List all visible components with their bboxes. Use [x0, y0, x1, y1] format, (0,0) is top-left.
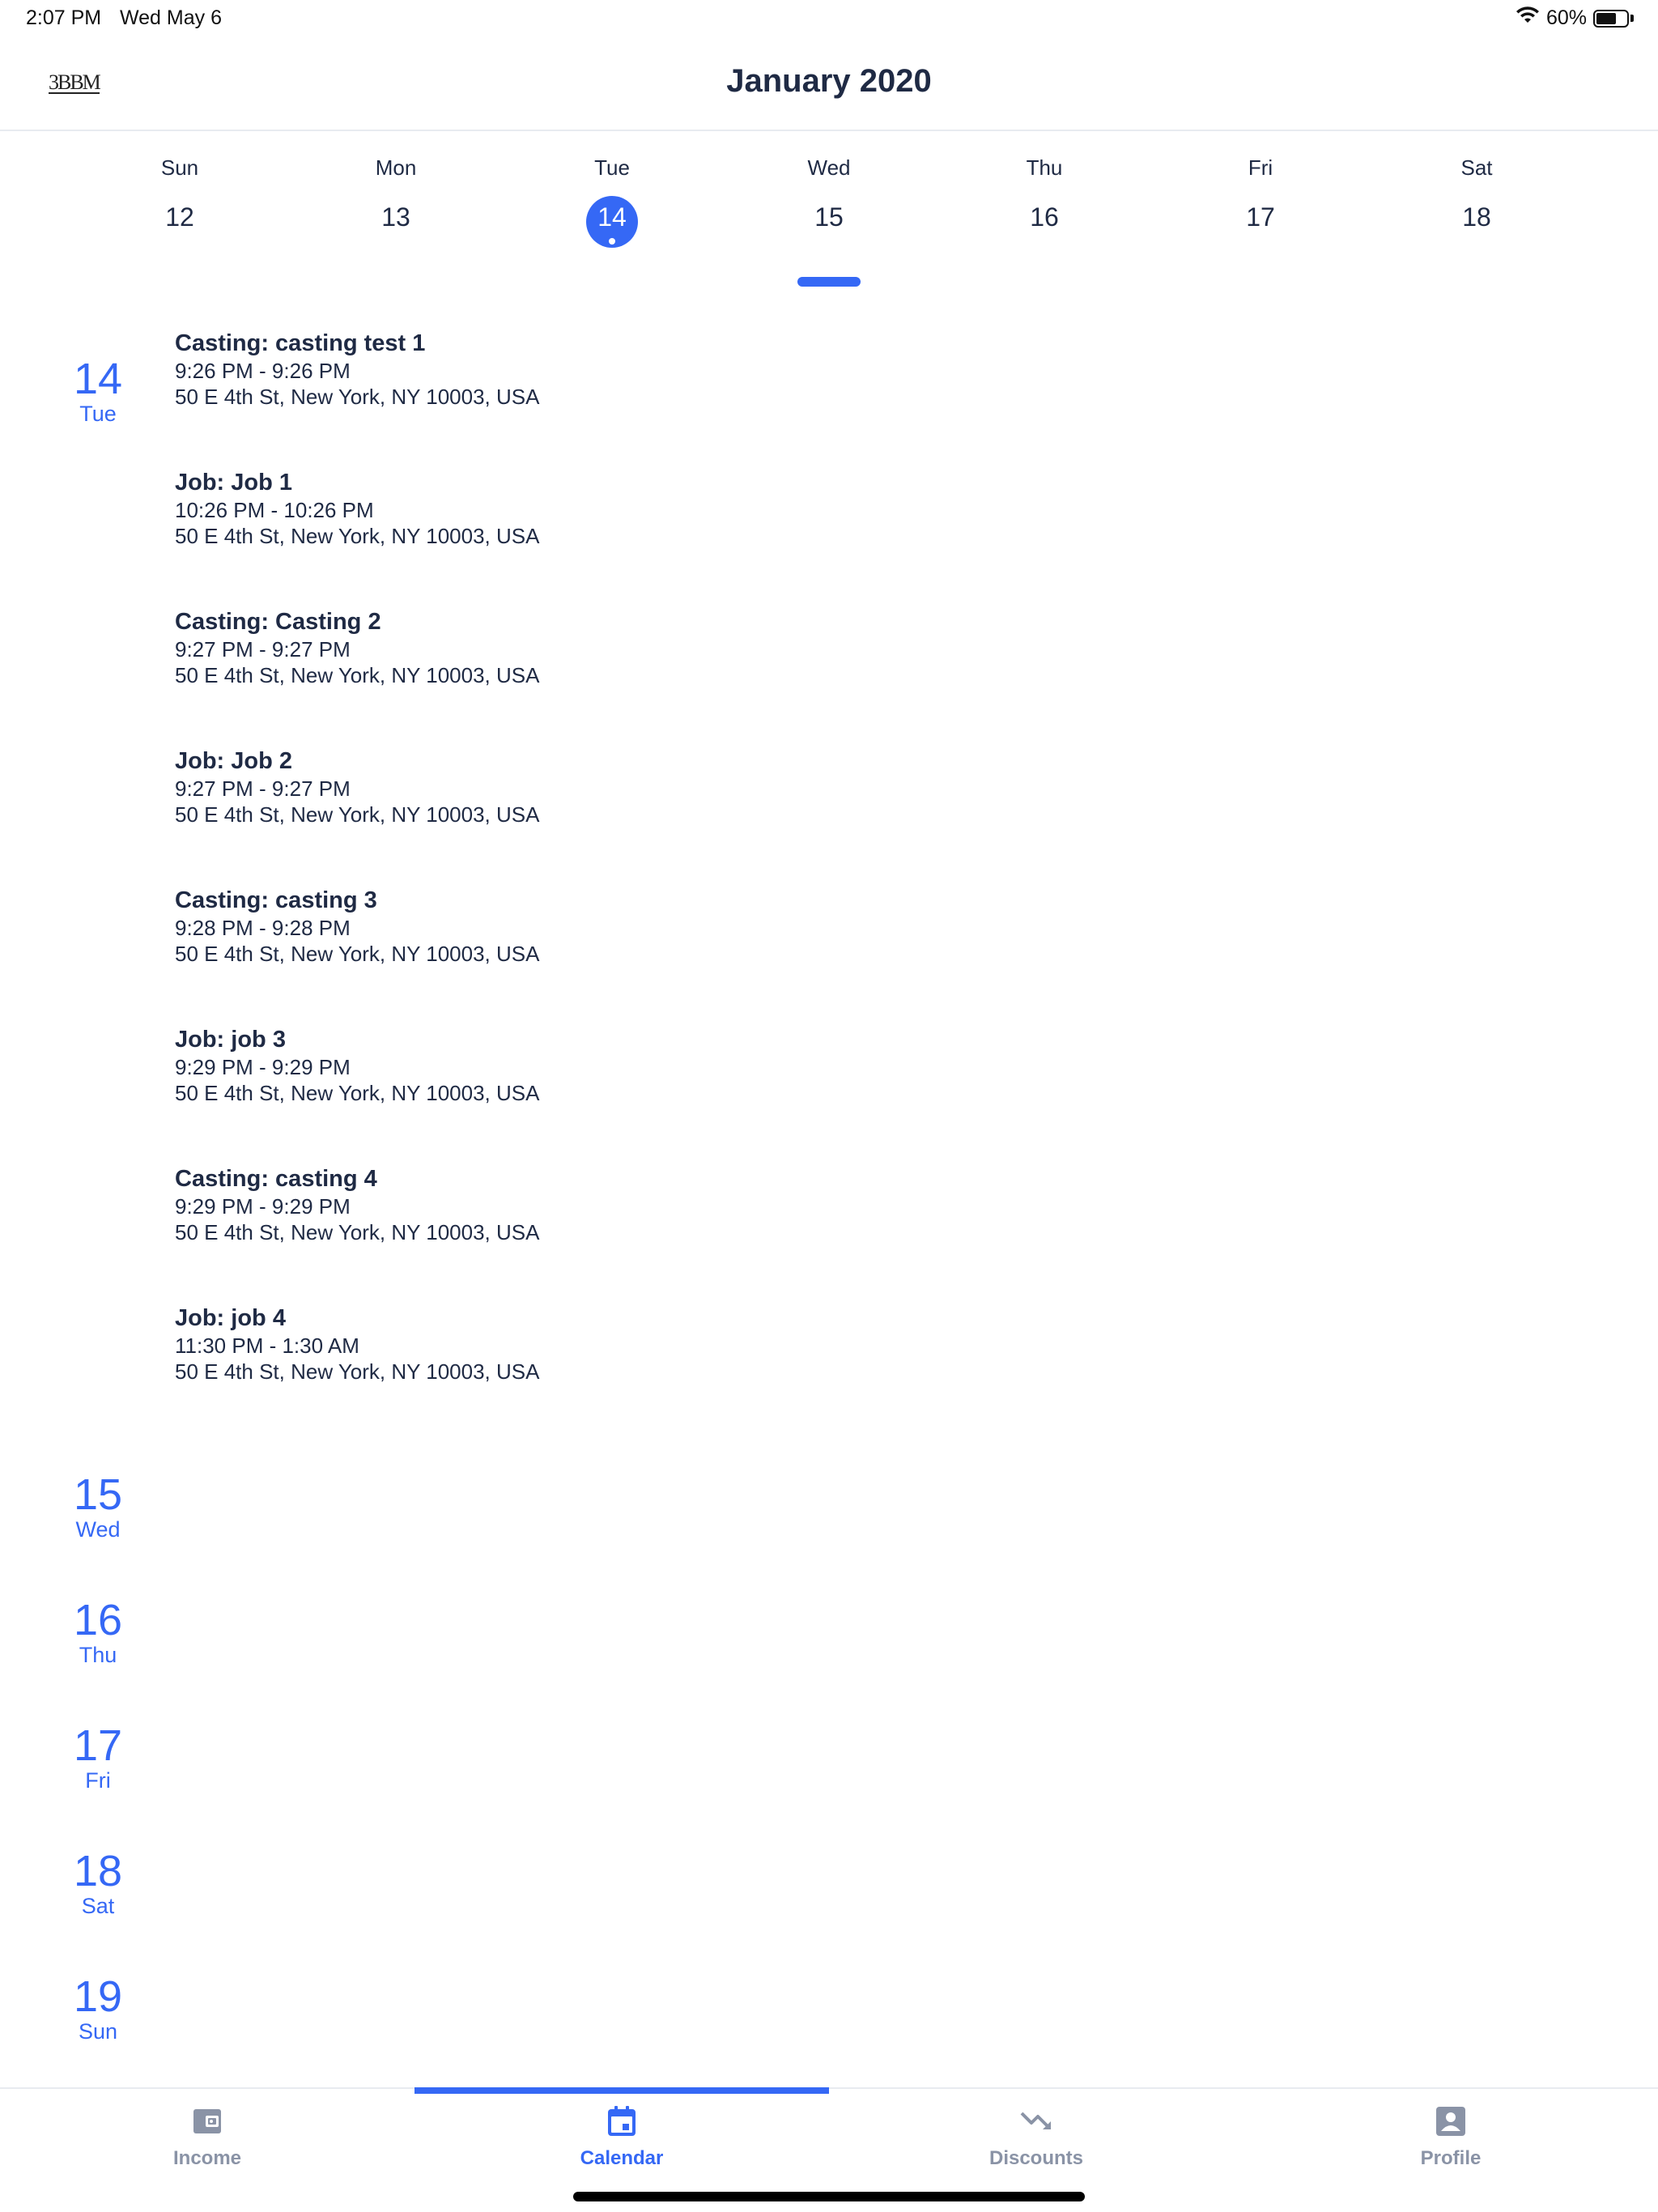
event-title: Job: job 4: [175, 1305, 286, 1331]
agenda-date-weekday: Sat: [81, 1894, 115, 1918]
event-title: Job: job 3: [175, 1027, 286, 1053]
event-time: 10:26 PM - 10:26 PM: [175, 498, 374, 522]
agenda-date-weekday: Thu: [79, 1643, 117, 1667]
event-address: 50 E 4th St, New York, NY 10003, USA: [175, 1081, 540, 1105]
event-indicator-dot: [609, 238, 615, 245]
agenda-date-18: 18 Sat: [65, 1848, 131, 1918]
agenda-date-weekday: Sun: [78, 2019, 118, 2044]
tab-profile[interactable]: Profile: [1244, 2089, 1658, 2178]
event-item[interactable]: Job: Job 2 9:27 PM - 9:27 PM 50 E 4th St…: [175, 747, 539, 827]
status-bar: 2:07 PM Wed May 6 60%: [0, 0, 1658, 39]
week-day-number: 14: [597, 202, 627, 232]
event-title: Job: Job 1: [175, 470, 293, 496]
event-time: 9:26 PM - 9:26 PM: [175, 359, 351, 383]
week-day-name: Fri: [1248, 155, 1273, 180]
calendar-icon: [606, 2105, 638, 2138]
profile-icon: [1435, 2105, 1467, 2138]
status-date: Wed May 6: [120, 6, 222, 29]
week-day-name: Tue: [594, 155, 630, 180]
tab-calendar[interactable]: Calendar: [414, 2089, 829, 2178]
week-day-name: Wed: [807, 155, 851, 180]
wifi-icon: [1516, 6, 1540, 30]
tab-label: Income: [172, 2147, 242, 2169]
agenda-date-number: 17: [73, 1721, 123, 1770]
event-item[interactable]: Job: job 4 11:30 PM - 1:30 AM 50 E 4th S…: [175, 1304, 539, 1385]
week-day-number: 15: [814, 202, 844, 232]
event-item[interactable]: Job: job 3 9:29 PM - 9:29 PM 50 E 4th St…: [175, 1025, 539, 1106]
event-time: 11:30 PM - 1:30 AM: [175, 1334, 359, 1358]
drag-handle[interactable]: [797, 277, 861, 287]
wallet-icon: [191, 2105, 223, 2138]
week-day-number: 13: [381, 202, 410, 232]
tab-discounts[interactable]: Discounts: [829, 2089, 1244, 2178]
event-title: Casting: casting 4: [175, 1166, 377, 1192]
agenda-date-15: 15 Wed: [65, 1472, 131, 1542]
tab-label: Calendar: [580, 2147, 664, 2169]
header: 3BBM January 2020: [0, 39, 1658, 131]
agenda-date-number: 15: [73, 1470, 123, 1519]
event-address: 50 E 4th St, New York, NY 10003, USA: [175, 663, 540, 687]
agenda-date-16: 16 Thu: [65, 1597, 131, 1667]
agenda-date-weekday: Tue: [79, 402, 117, 426]
event-item[interactable]: Casting: Casting 2 9:27 PM - 9:27 PM 50 …: [175, 607, 539, 688]
week-strip: Sun 12 Mon 13 Tue 14 Wed 15 Thu 16 Fri 1…: [0, 131, 1658, 293]
status-indicators: 60%: [1516, 6, 1634, 30]
agenda-list[interactable]: 14 Tue 15 Wed 16 Thu 17 Fri 18 Sat 19 Su…: [0, 300, 1658, 2089]
event-title: Job: Job 2: [175, 748, 293, 774]
event-time: 9:29 PM - 9:29 PM: [175, 1194, 351, 1219]
trending-down-icon: [1020, 2105, 1052, 2138]
event-title: Casting: casting test 1: [175, 330, 426, 356]
agenda-date-number: 18: [73, 1847, 123, 1895]
agenda-date-19: 19 Sun: [65, 1974, 131, 2044]
tab-income[interactable]: Income: [0, 2089, 414, 2178]
week-day-number: 17: [1246, 202, 1275, 232]
app-root: 2:07 PM Wed May 6 60% 3BBM January 2020 …: [0, 0, 1658, 2212]
tab-label: Discounts: [988, 2147, 1083, 2169]
tab-label: Profile: [1420, 2147, 1482, 2169]
week-day-number: 12: [165, 202, 194, 232]
event-item[interactable]: Casting: casting test 1 9:26 PM - 9:26 P…: [175, 329, 539, 410]
event-address: 50 E 4th St, New York, NY 10003, USA: [175, 1220, 540, 1244]
event-time: 9:27 PM - 9:27 PM: [175, 776, 351, 801]
week-day-number: 16: [1030, 202, 1059, 232]
event-address: 50 E 4th St, New York, NY 10003, USA: [175, 524, 540, 548]
battery-icon: [1593, 9, 1629, 28]
week-day-name: Sun: [160, 155, 199, 180]
week-day-number: 18: [1462, 202, 1491, 232]
battery-nub: [1630, 15, 1634, 22]
event-item[interactable]: Casting: casting 3 9:28 PM - 9:28 PM 50 …: [175, 886, 539, 967]
event-address: 50 E 4th St, New York, NY 10003, USA: [175, 802, 540, 827]
agenda-date-14: 14 Tue: [65, 356, 131, 426]
event-item[interactable]: Casting: casting 4 9:29 PM - 9:29 PM 50 …: [175, 1164, 539, 1245]
event-title: Casting: Casting 2: [175, 609, 381, 635]
week-day-name: Mon: [375, 155, 417, 180]
agenda-date-17: 17 Fri: [65, 1723, 131, 1793]
event-time: 9:27 PM - 9:27 PM: [175, 637, 351, 661]
event-item[interactable]: Job: Job 1 10:26 PM - 10:26 PM 50 E 4th …: [175, 468, 539, 549]
agenda-date-number: 19: [73, 1972, 123, 2021]
page-title: January 2020: [726, 63, 932, 99]
event-address: 50 E 4th St, New York, NY 10003, USA: [175, 1359, 540, 1384]
agenda-date-number: 16: [73, 1596, 123, 1644]
event-time: 9:29 PM - 9:29 PM: [175, 1055, 351, 1079]
agenda-date-number: 14: [73, 355, 123, 403]
event-address: 50 E 4th St, New York, NY 10003, USA: [175, 385, 540, 409]
battery-percent: 60%: [1545, 6, 1587, 29]
event-title: Casting: casting 3: [175, 887, 377, 913]
week-day-name: Thu: [1026, 155, 1063, 180]
home-indicator[interactable]: [573, 2192, 1085, 2201]
agenda-date-weekday: Fri: [85, 1768, 111, 1793]
agenda-date-weekday: Wed: [75, 1517, 121, 1542]
event-address: 50 E 4th St, New York, NY 10003, USA: [175, 942, 540, 966]
status-time: 2:07 PM: [26, 6, 102, 29]
event-time: 9:28 PM - 9:28 PM: [175, 916, 351, 940]
week-day-name: Sat: [1460, 155, 1493, 180]
